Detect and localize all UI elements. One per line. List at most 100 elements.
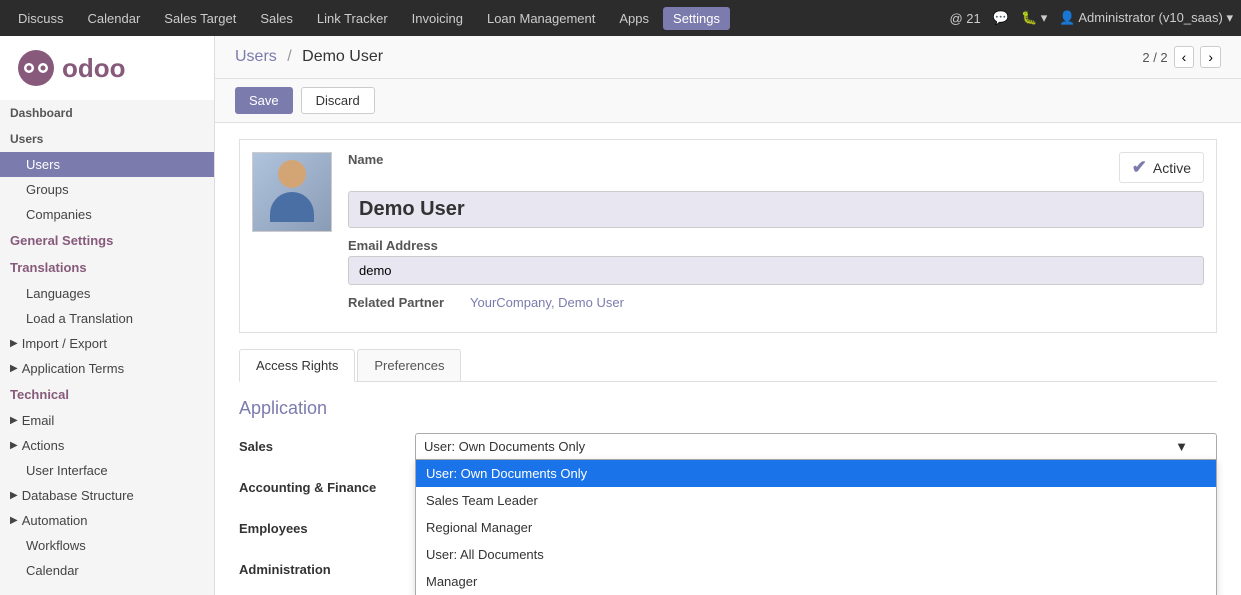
tabs: Access Rights Preferences [239,349,1217,382]
tab-preferences[interactable]: Preferences [357,349,461,381]
odoo-text: odoo [62,53,126,84]
active-text: Active [1153,160,1191,176]
chat-icon[interactable]: 💬 [993,10,1009,26]
sidebar-item-automation-label: Automation [22,513,88,528]
sidebar-item-automation[interactable]: ▶ Automation [0,508,214,533]
app-label-sales: Sales [239,433,399,454]
email-input[interactable] [348,256,1204,285]
user-top-section: Name ✔ Active Email Address [239,139,1217,333]
main-layout: odoo Dashboard Users Users Groups Compan… [0,36,1241,595]
chevron-right-icon: ▶ [10,363,18,374]
email-field-row: Email Address [348,238,1204,285]
nav-sales-target[interactable]: Sales Target [154,7,246,30]
sidebar-item-email[interactable]: ▶ Email [0,408,214,433]
avatar-head [278,160,306,188]
app-label-employees: Employees [239,515,399,536]
breadcrumb-parent[interactable]: Users [235,48,277,65]
tab-access-rights[interactable]: Access Rights [239,349,355,382]
breadcrumb-separator: / [287,48,291,65]
dropdown-arrow-icon: ▼ [1175,439,1188,454]
sidebar-item-languages[interactable]: Languages [0,281,214,306]
option-all-documents[interactable]: User: All Documents [416,541,1216,568]
sidebar-item-users[interactable]: Users [0,152,214,177]
partner-value[interactable]: YourCompany, Demo User [470,295,624,310]
sidebar-section-dashboard: Dashboard [0,100,214,126]
chevron-right-icon: ▶ [10,440,18,451]
avatar-image [253,152,331,232]
name-input[interactable] [348,191,1204,228]
name-field-row [348,191,1204,228]
content-area: Users / Demo User 2 / 2 ‹ › Save Discard [215,36,1241,595]
sidebar-item-import-export-label: Import / Export [22,336,107,351]
sidebar: odoo Dashboard Users Users Groups Compan… [0,36,215,595]
top-navigation: Discuss Calendar Sales Target Sales Link… [0,0,1241,36]
sidebar-item-application-terms-label: Application Terms [22,361,124,376]
sidebar-item-application-terms[interactable]: ▶ Application Terms [0,356,214,381]
nav-loan-management[interactable]: Loan Management [477,7,605,30]
nav-apps[interactable]: Apps [609,7,659,30]
page-indicator: 2 / 2 [1142,50,1167,65]
sidebar-item-database-structure-label: Database Structure [22,488,134,503]
save-button[interactable]: Save [235,87,293,114]
logo-area: odoo [0,36,214,100]
chevron-right-icon: ▶ [10,415,18,426]
nav-discuss[interactable]: Discuss [8,7,74,30]
sidebar-item-groups[interactable]: Groups [0,177,214,202]
sidebar-section-general-settings[interactable]: General Settings [0,227,214,254]
avatar-body [270,192,314,222]
breadcrumb-current: Demo User [302,48,383,65]
user-avatar[interactable] [252,152,332,232]
nav-link-tracker[interactable]: Link Tracker [307,7,398,30]
option-manager[interactable]: Manager [416,568,1216,595]
discard-button[interactable]: Discard [301,87,375,114]
option-own-docs[interactable]: User: Own Documents Only [416,460,1216,487]
app-row-sales: Sales User: Own Documents Only ▼ User: O… [239,433,1217,460]
next-button[interactable]: › [1200,46,1221,68]
sales-selected-value: User: Own Documents Only [424,439,585,454]
odoo-logo: odoo [16,48,198,88]
sidebar-item-calendar[interactable]: Calendar [0,558,214,583]
nav-invoicing[interactable]: Invoicing [402,7,473,30]
app-label-accounting: Accounting & Finance [239,474,399,495]
partner-label: Related Partner [348,295,458,310]
sidebar-item-companies[interactable]: Companies [0,202,214,227]
user-menu[interactable]: 👤 Administrator (v10_saas) ▾ [1059,10,1233,26]
nav-sales[interactable]: Sales [250,7,303,30]
sidebar-item-load-translation[interactable]: Load a Translation [0,306,214,331]
sales-select-wrapper: User: Own Documents Only ▼ User: Own Doc… [415,433,1217,460]
name-label: Name [348,152,383,167]
app-label-administration: Administration [239,556,399,577]
sales-dropdown-list: User: Own Documents Only Sales Team Lead… [415,460,1217,595]
breadcrumb-bar: Users / Demo User 2 / 2 ‹ › [215,36,1241,79]
option-sales-team-leader[interactable]: Sales Team Leader [416,487,1216,514]
nav-settings[interactable]: Settings [663,7,730,30]
email-label: Email Address [348,238,1204,253]
chevron-right-icon: ▶ [10,515,18,526]
notification-icon[interactable]: @ 21 [949,11,980,26]
chevron-right-icon: ▶ [10,490,18,501]
breadcrumb: Users / Demo User [235,48,383,66]
sidebar-section-users-header: Users [0,126,214,152]
nav-calendar[interactable]: Calendar [78,7,151,30]
sales-dropdown-display[interactable]: User: Own Documents Only ▼ [415,433,1217,460]
application-title: Application [239,398,1217,419]
active-checkmark: ✔ [1132,157,1147,178]
sidebar-item-database-structure[interactable]: ▶ Database Structure [0,483,214,508]
sidebar-item-actions[interactable]: ▶ Actions [0,433,214,458]
debug-icon[interactable]: 🐛 ▾ [1021,10,1047,26]
chevron-right-icon: ▶ [10,338,18,349]
sidebar-item-import-export[interactable]: ▶ Import / Export [0,331,214,356]
partner-row: Related Partner YourCompany, Demo User [348,295,1204,310]
sidebar-item-workflows[interactable]: Workflows [0,533,214,558]
option-regional-manager[interactable]: Regional Manager [416,514,1216,541]
sidebar-item-user-interface[interactable]: User Interface [0,458,214,483]
sidebar-item-actions-label: Actions [22,438,65,453]
user-fields: Name ✔ Active Email Address [348,152,1204,320]
sidebar-section-technical[interactable]: Technical [0,381,214,408]
action-bar: Save Discard [215,79,1241,123]
nav-controls: 2 / 2 ‹ › [1142,46,1221,68]
prev-button[interactable]: ‹ [1174,46,1195,68]
form-content: Name ✔ Active Email Address [215,123,1241,595]
sidebar-section-translations[interactable]: Translations [0,254,214,281]
active-badge[interactable]: ✔ Active [1119,152,1204,183]
